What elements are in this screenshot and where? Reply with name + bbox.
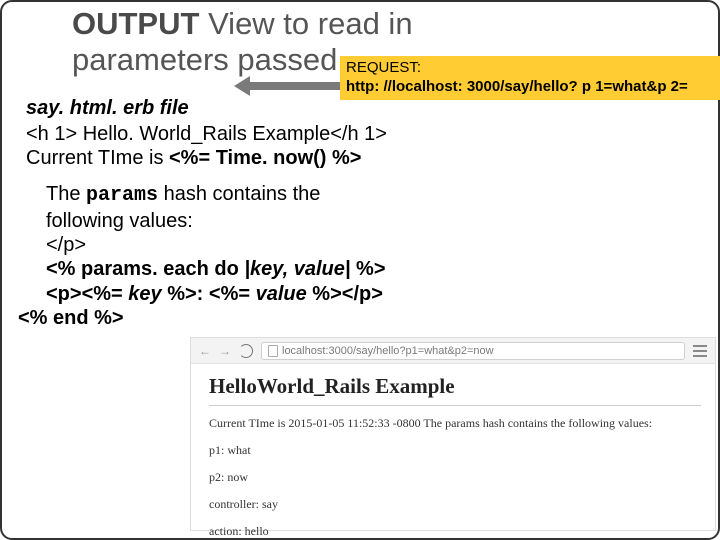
param-row-1: p1: what [209, 443, 701, 458]
back-icon[interactable]: ← [199, 344, 213, 358]
slide: OUTPUT View to read in parameters passed… [0, 0, 720, 540]
browser-text-line: Current TIme is 2015-01-05 11:52:33 -080… [209, 416, 701, 431]
title-strong: OUTPUT [72, 6, 199, 41]
divider [209, 405, 701, 406]
request-url: http: //localhost: 3000/say/hello? p 1=w… [346, 78, 720, 97]
param-row-4: action: hello [209, 524, 701, 539]
code-line-time: Current TIme is <%= Time. now() %> [26, 146, 694, 170]
request-box: REQUEST: http: //localhost: 3000/say/hel… [340, 56, 720, 100]
browser-toolbar: ← → localhost:3000/say/hello?p1=what&p2=… [191, 338, 715, 364]
para-line-1: The params hash contains the [46, 182, 694, 208]
request-label: REQUEST: [346, 59, 720, 78]
erb-code-block: <h 1> Hello. World_Rails Example</h 1> C… [2, 120, 718, 176]
para-line-4: <% params. each do |key, value| %> [46, 257, 694, 281]
para-line-2: following values: [46, 209, 694, 233]
erb-params-block: The params hash contains the following v… [2, 176, 718, 330]
address-bar-text: localhost:3000/say/hello?p1=what&p2=now [282, 345, 494, 357]
file-label: say. html. erb file [2, 97, 718, 120]
para-line-6: <% end %> [18, 306, 694, 330]
forward-icon[interactable]: → [219, 344, 233, 358]
param-row-3: controller: say [209, 497, 701, 512]
title-rest-1: View to read in [208, 6, 413, 41]
browser-nav: ← → [199, 344, 253, 358]
address-bar[interactable]: localhost:3000/say/hello?p1=what&p2=now [261, 342, 685, 360]
page-heading: HelloWorld_Rails Example [209, 374, 701, 399]
browser-screenshot: ← → localhost:3000/say/hello?p1=what&p2=… [190, 337, 716, 531]
page-icon [268, 345, 278, 357]
para-line-5: <p><%= key %>: <%= value %></p> [46, 282, 694, 306]
para-line-3: </p> [46, 233, 694, 257]
browser-body: HelloWorld_Rails Example Current TIme is… [191, 364, 715, 539]
arrow-left-icon [234, 76, 344, 96]
param-row-2: p2: now [209, 470, 701, 485]
menu-icon[interactable] [693, 345, 707, 357]
reload-icon[interactable] [239, 344, 253, 358]
code-line-h1: <h 1> Hello. World_Rails Example</h 1> [26, 122, 694, 146]
title-line-1: OUTPUT View to read in [72, 6, 694, 42]
